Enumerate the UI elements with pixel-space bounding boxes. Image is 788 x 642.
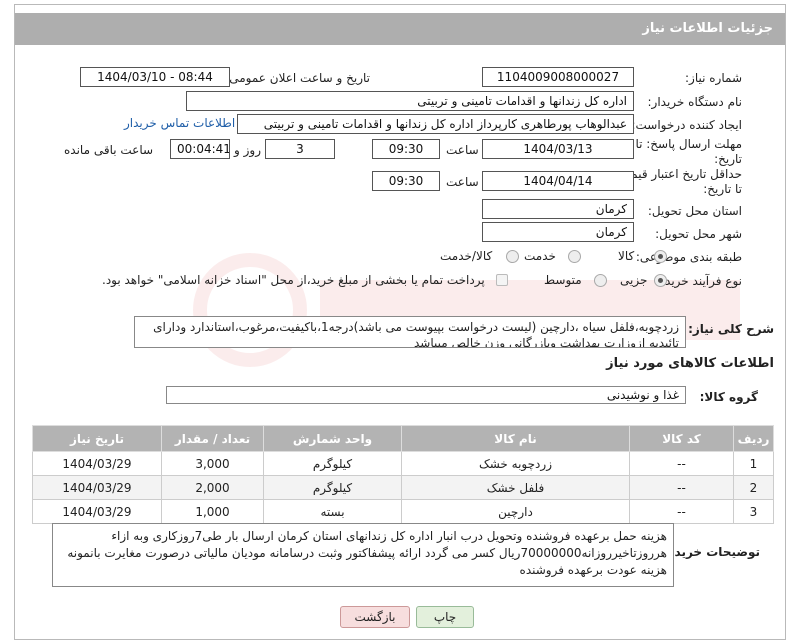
cell-qty: 3,000 xyxy=(161,451,264,476)
process-option-medium: متوسط xyxy=(544,273,582,287)
remaining-label: ساعت باقی مانده xyxy=(64,143,154,157)
description-text: زردچوبه،فلفل سیاه ،دارچین (لیست درخواست … xyxy=(134,316,686,348)
goods-section-title: اطلاعات کالاهای مورد نیاز xyxy=(606,356,774,371)
reply-deadline-label: مهلت ارسال پاسخ: تا xyxy=(635,137,742,151)
need-number-label: شماره نیاز: xyxy=(685,71,742,85)
cell-code: -- xyxy=(629,475,734,500)
creator-label: ایجاد کننده درخواست: xyxy=(631,118,742,132)
price-valid-date-field: 1404/04/14 xyxy=(482,171,634,191)
process-radio-minor[interactable] xyxy=(654,274,667,287)
cell-name: فلفل خشک xyxy=(401,475,630,500)
category-radio-goods-service[interactable] xyxy=(506,250,519,263)
reply-time-field: 09:30 xyxy=(372,139,440,159)
cell-name: زردچوبه خشک xyxy=(401,451,630,476)
province-field: کرمان xyxy=(482,199,634,219)
cell-row: 1 xyxy=(733,451,774,476)
buyer-org-field: اداره کل زندانها و اقدامات تامینی و تربی… xyxy=(186,91,634,111)
col-code: کد کالا xyxy=(629,425,734,452)
cell-unit: کیلوگرم xyxy=(263,451,402,476)
buyer-org-label: نام دستگاه خریدار: xyxy=(647,95,743,109)
goods-table-header: ردیف کد کالا نام کالا واحد شمارش تعداد /… xyxy=(32,425,774,452)
cell-unit: بسته xyxy=(263,499,402,524)
city-label: شهر محل تحویل: xyxy=(655,227,742,241)
cell-name: دارچین xyxy=(401,499,630,524)
need-number-field: 1104009008000027 xyxy=(482,67,634,87)
goods-group-label: گروه کالا: xyxy=(699,390,758,404)
panel-header: جزئیات اطلاعات نیاز xyxy=(15,13,785,45)
cell-row: 2 xyxy=(733,475,774,500)
cell-code: -- xyxy=(629,451,734,476)
col-name: نام کالا xyxy=(401,425,630,452)
creator-field: عبدالوهاب پورطاهری کارپرداز اداره کل زند… xyxy=(237,114,634,134)
reply-time-label: ساعت xyxy=(446,143,479,157)
province-label: استان محل تحویل: xyxy=(647,204,742,218)
category-option-goods-service: کالا/خدمت xyxy=(440,249,493,263)
remaining-time-field: 00:04:41 xyxy=(170,139,230,159)
reply-date-field: 1404/03/13 xyxy=(482,139,634,159)
cell-unit: کیلوگرم xyxy=(263,475,402,500)
reply-deadline-label-2: تاریخ: xyxy=(714,152,742,166)
process-label: نوع فرآیند خرید : xyxy=(657,274,742,288)
days-label: روز و xyxy=(234,143,261,157)
process-radio-medium[interactable] xyxy=(594,274,607,287)
col-row: ردیف xyxy=(733,425,774,452)
goods-table: ردیف کد کالا نام کالا واحد شمارش تعداد /… xyxy=(32,425,774,524)
category-option-goods: کالا xyxy=(618,249,635,263)
category-radio-service[interactable] xyxy=(568,250,581,263)
announce-label: تاریخ و ساعت اعلان عمومی: xyxy=(225,71,370,85)
cell-row: 3 xyxy=(733,499,774,524)
description-label: شرح کلی نیاز: xyxy=(688,322,774,336)
announce-datetime-field: 1404/03/10 - 08:44 xyxy=(80,67,230,87)
cell-date: 1404/03/29 xyxy=(32,451,162,476)
process-option-minor: جزیی xyxy=(620,273,648,287)
goods-group-field: غذا و نوشیدنی xyxy=(166,386,686,404)
col-qty: تعداد / مقدار xyxy=(161,425,264,452)
back-button[interactable]: بازگشت xyxy=(340,606,410,628)
col-date: تاریخ نیاز xyxy=(32,425,162,452)
price-valid-time-label: ساعت xyxy=(446,175,479,189)
cell-code: -- xyxy=(629,499,734,524)
table-row: 2 -- فلفل خشک کیلوگرم 2,000 1404/03/29 xyxy=(32,475,774,500)
buyer-contact-link[interactable]: اطلاعات تماس خریدار xyxy=(124,116,235,130)
cell-date: 1404/03/29 xyxy=(32,475,162,500)
buyer-notes-text: هزینه حمل برعهده فروشنده وتحویل درب انبا… xyxy=(52,523,674,587)
category-radio-goods[interactable] xyxy=(654,250,667,263)
category-option-service: خدمت xyxy=(524,249,556,263)
col-unit: واحد شمارش xyxy=(263,425,402,452)
days-field: 3 xyxy=(265,139,335,159)
table-row: 3 -- دارچین بسته 1,000 1404/03/29 xyxy=(32,499,774,524)
payment-note: پرداخت تمام یا بخشی از مبلغ خرید،از محل … xyxy=(102,273,485,287)
treasury-payment-checkbox[interactable] xyxy=(496,274,508,286)
price-valid-time-field: 09:30 xyxy=(372,171,440,191)
table-row: 1 -- زردچوبه خشک کیلوگرم 3,000 1404/03/2… xyxy=(32,451,774,476)
print-button[interactable]: چاپ xyxy=(416,606,474,628)
price-valid-label-2: تا تاریخ: xyxy=(703,182,742,196)
city-field: کرمان xyxy=(482,222,634,242)
cell-qty: 1,000 xyxy=(161,499,264,524)
cell-qty: 2,000 xyxy=(161,475,264,500)
price-valid-label: حداقل تاریخ اعتبار قیمت: xyxy=(615,167,742,181)
cell-date: 1404/03/29 xyxy=(32,499,162,524)
category-label: طبقه بندی موضوعی: xyxy=(635,250,742,264)
